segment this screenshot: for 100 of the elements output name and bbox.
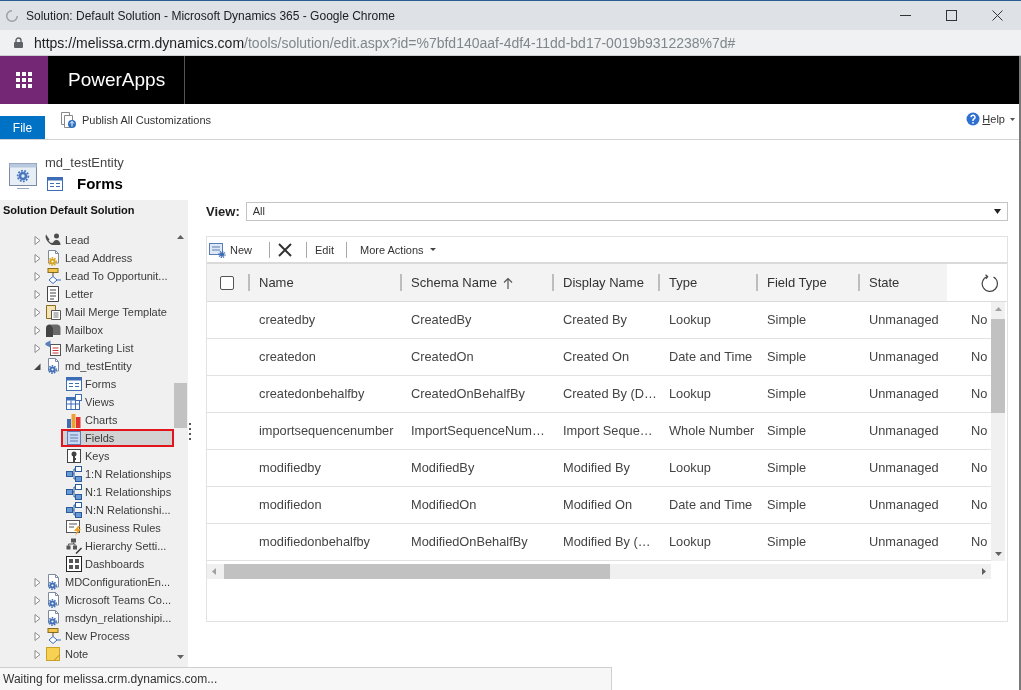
help-icon — [966, 112, 981, 126]
caret-right-icon[interactable] — [33, 631, 41, 641]
horizontal-scrollbar[interactable] — [207, 564, 991, 579]
scrollbar-thumb[interactable] — [174, 383, 187, 428]
drag-handle-icon[interactable] — [189, 423, 191, 440]
table-cell-text: Whole Number — [668, 422, 756, 440]
tree-item[interactable]: Lead — [0, 231, 174, 249]
caret-right-icon[interactable] — [33, 595, 41, 605]
tree-item[interactable]: New Process — [0, 627, 174, 645]
table-row[interactable]: modifiedonbehalfby ModifiedOnBehalfBy Modified By (… Lookup Simple Unmanaged No — [207, 524, 991, 561]
vertical-scrollbar[interactable] — [991, 302, 1005, 561]
column-header[interactable]: State — [858, 264, 947, 301]
pages-upload-icon — [60, 112, 76, 128]
table-row[interactable]: modifiedon ModifiedOn Modified On Date and Time Simple Unmanaged No — [207, 487, 991, 524]
caret-right-icon[interactable] — [33, 307, 41, 317]
caret-right-icon[interactable] — [33, 343, 41, 353]
caret-down-icon[interactable] — [33, 361, 41, 371]
tree-item[interactable]: Fields — [61, 429, 174, 447]
tree-item[interactable]: Keys — [61, 447, 174, 465]
scroll-up-arrow-icon[interactable] — [177, 235, 184, 239]
caret-icon — [1010, 117, 1015, 121]
tree-item[interactable]: Note — [0, 645, 174, 663]
tree-item[interactable]: Lead To Opportunit... — [0, 267, 174, 285]
scroll-left-arrow-icon[interactable] — [212, 568, 216, 575]
refresh-icon[interactable] — [981, 273, 999, 292]
column-header[interactable]: Schema Name — [400, 264, 552, 301]
caret-right-icon[interactable] — [33, 577, 41, 587]
tree-item[interactable]: msdyn_relationshipi... — [0, 609, 174, 627]
flowchart-icon — [45, 628, 61, 644]
caret-right-icon[interactable] — [33, 613, 41, 623]
scrollbar-thumb[interactable] — [991, 319, 1005, 413]
caret-right-icon[interactable] — [33, 271, 41, 281]
file-tab[interactable]: File — [0, 116, 45, 139]
scroll-down-arrow-icon[interactable] — [994, 552, 1002, 556]
scroll-down-arrow-icon[interactable] — [177, 655, 184, 659]
app-launcher-button[interactable] — [0, 56, 48, 104]
caret-right-icon[interactable] — [33, 253, 41, 263]
table-cell-text: Created On — [562, 348, 631, 366]
table-row[interactable]: createdonbehalfby CreatedOnBehalfBy Created By (D… Lookup Simple Unmanaged No — [207, 376, 991, 413]
table-cell-text: Date and Time — [668, 496, 754, 514]
table-cell-text: Simple — [766, 533, 808, 551]
table-cell-text: Modified By — [562, 459, 631, 477]
view-select[interactable]: All — [245, 201, 1008, 221]
table-row[interactable]: importsequencenumber ImportSequenceNum… Import Seque… Whole Number Simple Unmanaged No — [207, 413, 991, 450]
tree-item[interactable]: 1:N Relationships — [61, 465, 174, 483]
table-cell-text: CreatedBy — [410, 311, 473, 329]
tree-item[interactable]: Dashboards — [61, 555, 174, 573]
caret-right-icon[interactable] — [33, 649, 41, 659]
table-cell-text: Unmanaged — [868, 496, 940, 514]
tree-item[interactable]: Marketing List — [0, 339, 174, 357]
publish-all-button[interactable]: Publish All Customizations — [60, 112, 211, 128]
window-gear-icon — [9, 163, 37, 189]
address-field[interactable]: https://melissa.crm.dynamics.com/tools/solution/edit.aspx?id=%7bfd140aaf-4df4-11dd-bd17-0019b9312238%7d# — [0, 30, 1021, 56]
arrow-up-icon — [503, 276, 513, 289]
tree-item[interactable]: N:1 Relationships — [61, 483, 174, 501]
tree-item[interactable]: N:N Relationshi... — [61, 501, 174, 519]
column-header[interactable]: Display Name — [552, 264, 658, 301]
scroll-right-arrow-icon[interactable] — [982, 568, 986, 575]
caret-right-icon[interactable] — [33, 325, 41, 335]
table-row[interactable]: createdby CreatedBy Created By Lookup Simple Unmanaged No — [207, 302, 991, 339]
relationship-icon — [66, 484, 82, 500]
tree-item[interactable]: Hierarchy Setti... — [61, 537, 174, 555]
table-cell-text: createdon — [258, 348, 317, 366]
person-phone-icon — [45, 232, 61, 248]
tree-item[interactable]: Mailbox — [0, 321, 174, 339]
tree-item[interactable]: Charts — [61, 411, 174, 429]
column-header[interactable]: Field Type — [756, 264, 858, 301]
tree-item[interactable]: md_testEntity — [0, 357, 174, 375]
select-all-checkbox[interactable] — [220, 275, 234, 290]
table-cell-text: ModifiedOn — [410, 496, 478, 514]
caret-right-icon[interactable] — [33, 289, 41, 299]
tree-item[interactable]: Microsoft Teams Co... — [0, 591, 174, 609]
caret-right-icon[interactable] — [33, 235, 41, 245]
table-row[interactable]: createdon CreatedOn Created On Date and Time Simple Unmanaged No — [207, 339, 991, 376]
table-cell-text: Simple — [766, 422, 808, 440]
new-button[interactable]: New — [207, 239, 269, 260]
table-cell-text: createdonbehalfby — [258, 385, 366, 403]
tree-item[interactable]: Lead Address — [0, 249, 174, 267]
key-icon — [66, 448, 82, 464]
document-gear-icon — [45, 610, 61, 626]
tree-item[interactable]: Views — [61, 393, 174, 411]
scroll-up-arrow-icon[interactable] — [994, 307, 1002, 311]
table-cell-text: No — [970, 496, 989, 514]
table-cell-text: Lookup — [668, 311, 712, 329]
help-button[interactable]: Help — [966, 112, 1015, 126]
tree-item[interactable]: Letter — [0, 285, 174, 303]
table-cell-text: Lookup — [668, 533, 712, 551]
table-cell-text: Lookup — [668, 385, 712, 403]
tree-item[interactable]: Business Rules — [61, 519, 174, 537]
column-header[interactable]: Name — [248, 264, 400, 301]
scrollbar-thumb[interactable] — [224, 564, 610, 579]
column-header[interactable]: Type — [658, 264, 756, 301]
edit-button[interactable]: Edit — [307, 239, 346, 260]
table-row[interactable]: modifiedby ModifiedBy Modified By Lookup Simple Unmanaged No — [207, 450, 991, 487]
page-heading: Forms — [77, 175, 123, 192]
more-actions-button[interactable]: More Actions — [347, 239, 440, 260]
tree-item[interactable]: MDConfigurationEn... — [0, 573, 174, 591]
tree-item[interactable]: Mail Merge Template — [0, 303, 174, 321]
tree-item[interactable]: Forms — [61, 375, 174, 393]
table-cell-text: createdby — [258, 311, 317, 329]
